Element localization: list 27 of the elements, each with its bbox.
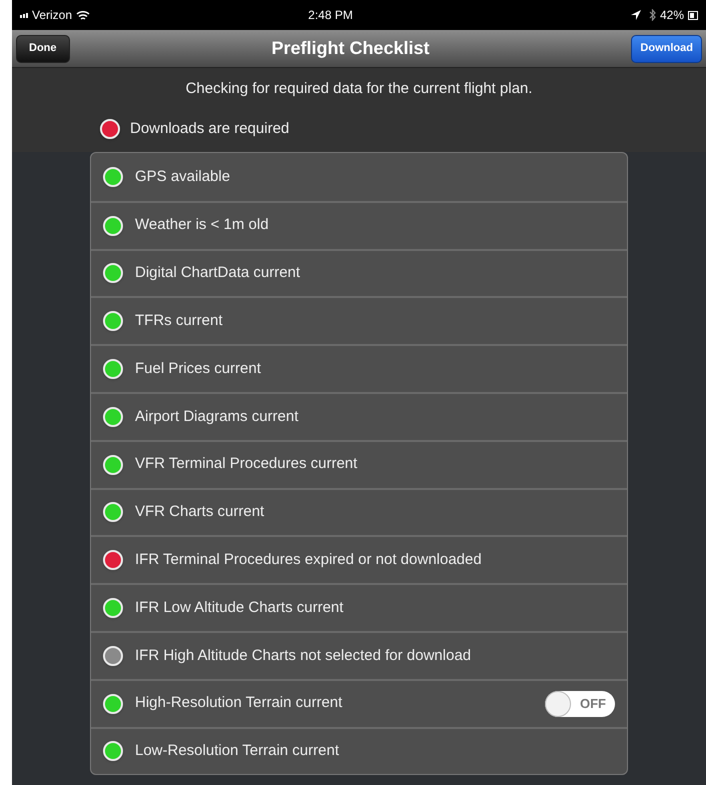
battery-percent: 42% [660,7,684,24]
signal-icon [20,12,28,18]
wifi-icon [76,10,90,20]
checklist-item-label: Airport Diagrams current [135,406,298,427]
download-button[interactable]: Download [631,34,702,62]
checklist-item-label: IFR High Altitude Charts not selected for download [135,646,472,666]
bluetooth-icon [648,9,656,21]
summary-label: Downloads are required [130,118,290,138]
carrier-name: Verizon [32,7,72,24]
checklist-item-label: Digital ChartData current [135,263,300,284]
location-icon [630,10,641,20]
checklist-item-label: TFRs current [135,311,223,332]
checklist-item-label: High-Resolution Terrain current [135,693,342,714]
toggle-switch[interactable]: OFF [545,690,615,717]
clock-time: 2:48 PM [307,7,354,24]
checklist-item-label: IFR Low Altitude Charts current [135,598,344,618]
checklist-item-label: Weather is < 1m old [135,215,269,236]
checklist-item-label: GPS available [135,166,230,187]
checklist-item-label: IFR Terminal Procedures expired or not downloaded [135,550,482,570]
screen-title: Preflight Checklist [271,37,430,60]
battery-icon [688,10,698,20]
checklist-item-label: Low-Resolution Terrain current [135,741,339,762]
checklist-item-label: VFR Charts current [135,502,264,522]
checklist-item-label: Fuel Prices current [135,358,261,379]
subtitle-text: Checking for required data for the current flight plan. [184,79,534,99]
checklist-item-label: VFR Terminal Procedures current [135,454,358,474]
done-button[interactable]: Done [16,34,70,62]
